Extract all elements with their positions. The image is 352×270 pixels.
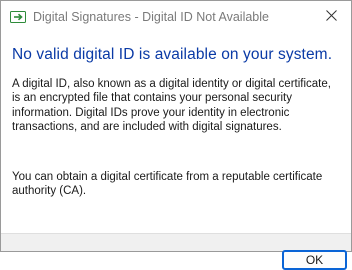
ok-button[interactable]: OK <box>282 250 347 270</box>
acrobat-arrow-icon <box>10 10 26 23</box>
dialog-heading: No valid digital ID is available on your… <box>12 46 333 63</box>
close-icon <box>325 8 337 26</box>
digital-id-dialog: Digital Signatures - Digital ID Not Avai… <box>0 0 352 252</box>
window-title: Digital Signatures - Digital ID Not Avai… <box>33 10 269 24</box>
certificate-authority-paragraph: You can obtain a digital certificate fro… <box>12 171 323 198</box>
title-bar[interactable]: Digital Signatures - Digital ID Not Avai… <box>1 1 351 33</box>
description-paragraph: A digital ID, also known as a digital id… <box>12 78 331 134</box>
close-button[interactable] <box>311 1 351 33</box>
